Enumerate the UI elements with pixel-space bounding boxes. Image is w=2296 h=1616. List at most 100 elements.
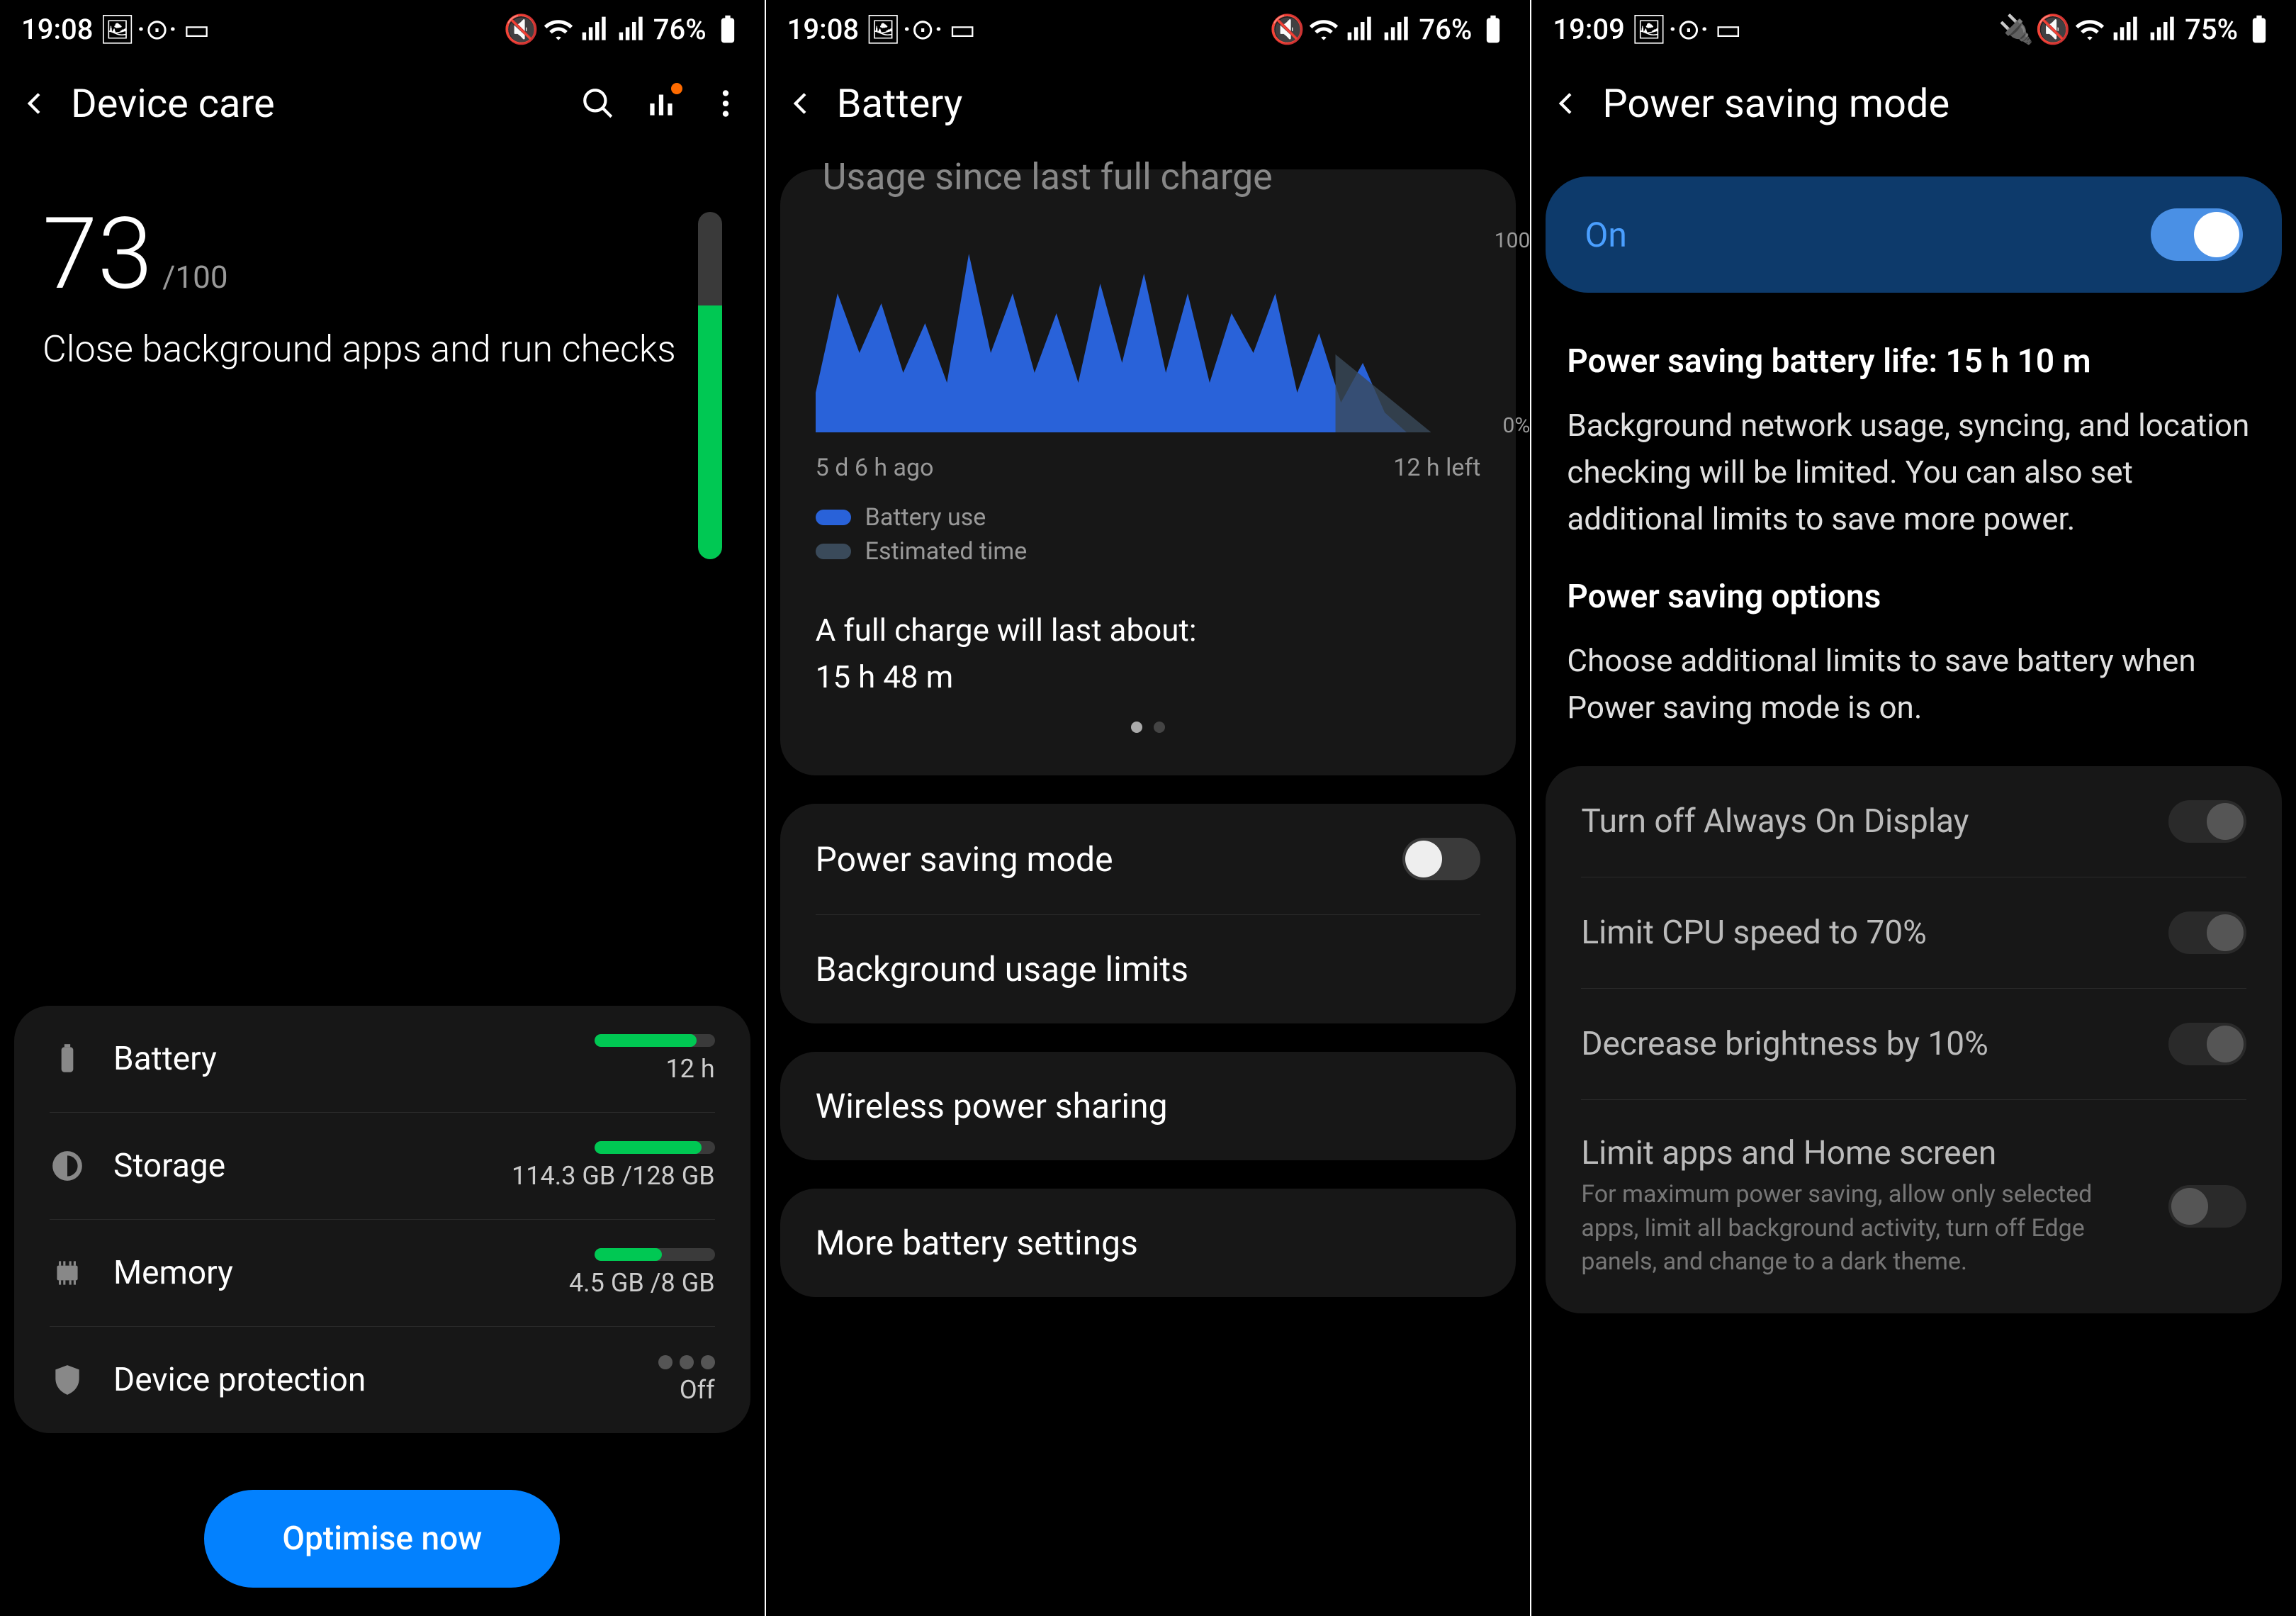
memory-icon bbox=[50, 1255, 85, 1291]
plug-icon: 🔌 bbox=[2000, 14, 2032, 45]
status-bar: 19:09 🖼 ·⊙· ▭ 🔌 🔇 75% bbox=[1531, 0, 2296, 59]
cpu-toggle[interactable] bbox=[2168, 911, 2246, 954]
brightness-toggle[interactable] bbox=[2168, 1023, 2246, 1065]
x-axis-end: 12 h left bbox=[1393, 454, 1480, 482]
signal2-icon bbox=[2148, 14, 2179, 45]
y-axis-0: 0% bbox=[1503, 413, 1531, 438]
power-saving-mode-row[interactable]: Power saving mode bbox=[816, 804, 1481, 915]
storage-icon bbox=[50, 1148, 85, 1184]
signal2-icon bbox=[1382, 14, 1413, 45]
main-toggle[interactable] bbox=[2151, 208, 2243, 261]
score-max: /100 bbox=[162, 259, 227, 296]
back-icon[interactable] bbox=[1553, 89, 1581, 118]
stats-icon[interactable] bbox=[644, 86, 680, 121]
battery-icon bbox=[1478, 14, 1509, 45]
mute-icon: 🔇 bbox=[506, 14, 537, 45]
dot-icon: ·⊙· bbox=[1673, 14, 1704, 45]
wifi-icon bbox=[1308, 14, 1339, 45]
aod-label: Turn off Always On Display bbox=[1581, 802, 2147, 841]
power-settings-card: Power saving mode Background usage limit… bbox=[780, 804, 1516, 1023]
storage-value: 114.3 GB /128 GB bbox=[512, 1161, 715, 1191]
legend-estimated: Estimated time bbox=[865, 537, 1028, 566]
mute-icon: 🔇 bbox=[2037, 14, 2069, 45]
limit-label: Limit apps and Home screen bbox=[1581, 1134, 2147, 1172]
brightness-row[interactable]: Decrease brightness by 10% bbox=[1581, 989, 2246, 1100]
mute-icon: 🔇 bbox=[1271, 14, 1302, 45]
on-label: On bbox=[1585, 215, 1627, 255]
battery-value: 12 h bbox=[595, 1054, 715, 1084]
image-icon: 🖼 bbox=[1633, 14, 1665, 45]
battery-screen: 19:08 🖼 ·⊙· ▭ 🔇 76% Battery Usage since … bbox=[766, 0, 1531, 1616]
limit-sublabel: For maximum power saving, allow only sel… bbox=[1581, 1178, 2147, 1279]
bgl-label: Background usage limits bbox=[816, 949, 1188, 989]
battery-icon bbox=[712, 14, 743, 45]
limit-toggle[interactable] bbox=[2168, 1185, 2246, 1228]
score-message: Close background apps and run checks bbox=[43, 325, 698, 374]
cc-icon: ▭ bbox=[1713, 14, 1744, 45]
score-section: 73 /100 Close background apps and run ch… bbox=[0, 155, 765, 588]
wifi-icon bbox=[2074, 14, 2105, 45]
aod-toggle[interactable] bbox=[2168, 800, 2246, 843]
y-axis-100: 100 bbox=[1495, 228, 1531, 253]
back-icon[interactable] bbox=[787, 89, 816, 118]
score-bar bbox=[698, 212, 722, 559]
stats-card: Battery 12 h Storage 114.3 GB /128 GB Me… bbox=[14, 1006, 750, 1433]
storage-row[interactable]: Storage 114.3 GB /128 GB bbox=[50, 1113, 715, 1220]
background-limits-row[interactable]: Background usage limits bbox=[816, 915, 1481, 1023]
battery-row[interactable]: Battery 12 h bbox=[50, 1006, 715, 1113]
options-heading: Power saving options bbox=[1567, 578, 2261, 616]
options-card: Turn off Always On Display Limit CPU spe… bbox=[1546, 766, 2282, 1313]
memory-row[interactable]: Memory 4.5 GB /8 GB bbox=[50, 1220, 715, 1327]
wps-label: Wireless power sharing bbox=[816, 1086, 1168, 1126]
limit-apps-row[interactable]: Limit apps and Home screen For maximum p… bbox=[1581, 1100, 2246, 1313]
battery-item-icon bbox=[50, 1041, 85, 1077]
page-title: Battery bbox=[837, 80, 1509, 127]
signal-icon bbox=[2111, 14, 2142, 45]
battery-icon bbox=[2244, 14, 2275, 45]
page-indicator bbox=[809, 700, 1488, 747]
more-card: More battery settings bbox=[780, 1189, 1516, 1297]
image-icon: 🖼 bbox=[101, 14, 133, 45]
cpu-row[interactable]: Limit CPU speed to 70% bbox=[1581, 877, 2246, 989]
status-time: 19:09 bbox=[1553, 13, 1624, 46]
header: Device care bbox=[0, 59, 765, 155]
wireless-power-row[interactable]: Wireless power sharing bbox=[816, 1052, 1481, 1160]
status-battery-pct: 75% bbox=[2185, 13, 2238, 46]
more-label: More battery settings bbox=[816, 1223, 1138, 1263]
more-settings-row[interactable]: More battery settings bbox=[816, 1189, 1481, 1297]
protection-label: Device protection bbox=[113, 1361, 630, 1399]
back-icon[interactable] bbox=[21, 89, 50, 118]
optimise-button[interactable]: Optimise now bbox=[204, 1490, 560, 1588]
header: Power saving mode bbox=[1531, 59, 2296, 155]
header: Battery bbox=[766, 59, 1531, 155]
dot-icon: ·⊙· bbox=[141, 14, 172, 45]
power-saving-on-toggle[interactable]: On bbox=[1546, 176, 2282, 293]
status-bar: 19:08 🖼 ·⊙· ▭ 🔇 76% bbox=[0, 0, 765, 59]
status-battery-pct: 76% bbox=[653, 13, 707, 46]
page-title: Power saving mode bbox=[1602, 80, 2275, 127]
battery-label: Battery bbox=[113, 1040, 566, 1078]
search-icon[interactable] bbox=[580, 86, 616, 121]
full-charge-value: 15 h 48 m bbox=[816, 653, 1481, 700]
protection-row[interactable]: Device protection Off bbox=[50, 1327, 715, 1433]
power-saving-screen: 19:09 🖼 ·⊙· ▭ 🔌 🔇 75% Power saving mode … bbox=[1531, 0, 2296, 1616]
status-time: 19:08 bbox=[21, 13, 93, 46]
power-saving-desc: Background network usage, syncing, and l… bbox=[1567, 402, 2261, 542]
cpu-label: Limit CPU speed to 70% bbox=[1581, 914, 2147, 952]
usage-chart-card[interactable]: Usage since last full charge 100 0% 5 d … bbox=[780, 169, 1516, 775]
page-title: Device care bbox=[71, 80, 559, 127]
psm-toggle[interactable] bbox=[1402, 838, 1480, 880]
status-time: 19:08 bbox=[787, 13, 859, 46]
power-saving-info: Power saving battery life: 15 h 10 m Bac… bbox=[1531, 314, 2296, 759]
legend-battery-use: Battery use bbox=[865, 503, 986, 532]
chart-area bbox=[816, 234, 1431, 432]
chart-legend: Battery use Estimated time bbox=[809, 489, 1488, 585]
cc-icon: ▭ bbox=[947, 14, 978, 45]
aod-row[interactable]: Turn off Always On Display bbox=[1581, 766, 2246, 877]
signal-icon bbox=[580, 14, 611, 45]
wifi-icon bbox=[543, 14, 574, 45]
dot-icon: ·⊙· bbox=[907, 14, 938, 45]
options-desc: Choose additional limits to save battery… bbox=[1567, 637, 2261, 731]
more-icon[interactable] bbox=[708, 86, 743, 121]
full-charge-label: A full charge will last about: bbox=[816, 607, 1481, 653]
